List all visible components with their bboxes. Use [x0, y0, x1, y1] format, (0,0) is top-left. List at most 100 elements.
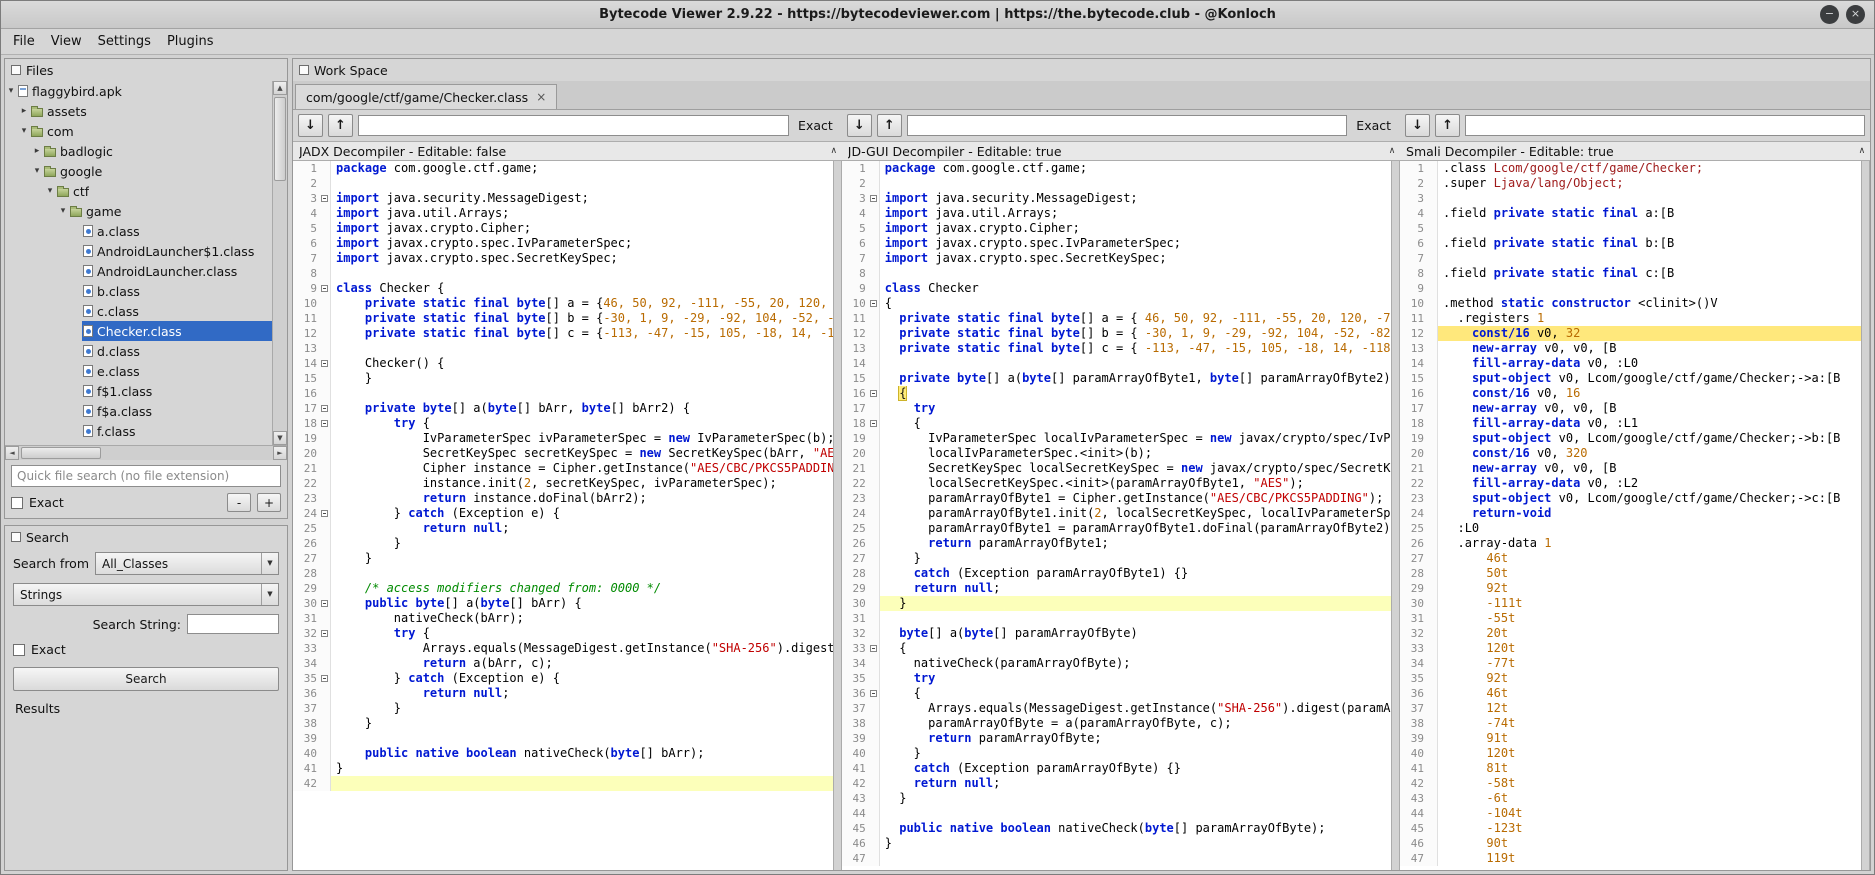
search-button[interactable]: Search — [13, 667, 279, 691]
search-exact-checkbox[interactable] — [13, 644, 25, 656]
open-icon-button[interactable]: ↑ — [1435, 114, 1460, 137]
fold-icon[interactable] — [870, 690, 877, 697]
scroll-left-icon[interactable]: ◄ — [5, 446, 19, 460]
menu-plugins[interactable]: Plugins — [159, 31, 222, 52]
tree-item-f-a-class[interactable]: f$a.class — [5, 401, 272, 421]
collapse-icon[interactable]: ∧ — [1384, 146, 1400, 156]
fold-icon[interactable] — [321, 195, 328, 202]
scroll-right-icon[interactable]: ► — [273, 446, 287, 460]
jdgui-code-editor[interactable]: 1package com.google.ctf.game;23import ja… — [842, 161, 1391, 870]
save-icon-button[interactable]: ↓ — [1405, 114, 1430, 137]
files-exact-row: Exact - + — [11, 493, 281, 512]
open-icon-button[interactable]: ↑ — [877, 114, 902, 137]
tree-horizontal-scrollbar[interactable]: ◄ ► — [5, 445, 287, 460]
collapsed-arrow-icon[interactable]: ▸ — [31, 146, 43, 156]
fold-icon[interactable] — [870, 645, 877, 652]
titlebar: Bytecode Viewer 2.9.22 - https://bytecod… — [1, 1, 1874, 29]
pane-scrollbar[interactable] — [1861, 161, 1870, 870]
pane-scrollbar[interactable] — [833, 161, 842, 870]
smali-code-editor[interactable]: 1.class Lcom/google/ctf/game/Checker;2.s… — [1400, 161, 1861, 870]
expanded-arrow-icon[interactable]: ▾ — [57, 206, 69, 216]
tree-item-assets[interactable]: ▸assets — [5, 101, 272, 121]
font-increase-button[interactable]: + — [257, 493, 281, 512]
tab-checker-class[interactable]: com/google/ctf/game/Checker.class × — [295, 84, 557, 109]
class-icon — [83, 285, 93, 297]
code-line: 2.super Ljava/lang/Object; — [1400, 176, 1861, 191]
tree-item-game[interactable]: ▾game — [5, 201, 272, 221]
fold-icon[interactable] — [870, 300, 877, 307]
fold-icon[interactable] — [321, 600, 328, 607]
collapse-icon[interactable]: ∧ — [826, 146, 842, 156]
collapse-icon[interactable]: ∧ — [1854, 146, 1870, 156]
line-number: 35 — [293, 672, 319, 685]
tree-item-badlogic[interactable]: ▸badlogic — [5, 141, 272, 161]
jadx-search-input[interactable] — [358, 115, 789, 136]
tree-item-androidlauncher-1-class[interactable]: AndroidLauncher$1.class — [5, 241, 272, 261]
tree-item-ctf[interactable]: ▾ctf — [5, 181, 272, 201]
tree-item-c-class[interactable]: c.class — [5, 301, 272, 321]
menu-file[interactable]: File — [5, 31, 43, 52]
fold-icon[interactable] — [321, 420, 328, 427]
fold-icon[interactable] — [321, 285, 328, 292]
tree-item-checker-class[interactable]: Checker.class — [5, 321, 272, 341]
expanded-arrow-icon[interactable]: ▾ — [31, 166, 43, 176]
code-line: 33 Arrays.equals(MessageDigest.getInstan… — [293, 641, 833, 656]
minimize-button[interactable]: − — [1820, 5, 1839, 24]
tree-item-f-class[interactable]: f.class — [5, 421, 272, 441]
line-number: 36 — [1400, 687, 1426, 700]
search-from-label: Search from — [13, 556, 89, 571]
jadx-code-editor[interactable]: 1package com.google.ctf.game;23import ja… — [293, 161, 833, 870]
scroll-down-icon[interactable]: ▼ — [273, 431, 287, 445]
tree-vertical-scrollbar[interactable]: ▲ ▼ — [272, 81, 287, 445]
expanded-arrow-icon[interactable]: ▾ — [18, 126, 30, 136]
fold-icon[interactable] — [321, 510, 328, 517]
scrollbar-track[interactable] — [19, 446, 273, 460]
tree-item-f-1-class[interactable]: f$1.class — [5, 381, 272, 401]
quick-file-search-input[interactable] — [11, 465, 281, 487]
search-from-select[interactable]: All_Classes ▼ — [95, 552, 279, 575]
tree-item-flaggybird-apk[interactable]: ▾flaggybird.apk — [5, 81, 272, 101]
scrollbar-thumb[interactable] — [274, 97, 286, 181]
menu-settings[interactable]: Settings — [90, 31, 159, 52]
expanded-arrow-icon[interactable]: ▾ — [44, 186, 56, 196]
code-line: 27 } — [293, 551, 833, 566]
tree-item-e-class[interactable]: e.class — [5, 361, 272, 381]
fold-icon[interactable] — [321, 360, 328, 367]
tree-item-label: e.class — [97, 364, 140, 379]
scroll-up-icon[interactable]: ▲ — [273, 81, 287, 95]
code-line: 15 } — [293, 371, 833, 386]
fold-icon[interactable] — [321, 630, 328, 637]
tab-close-icon[interactable]: × — [536, 90, 546, 104]
line-number: 10 — [1400, 297, 1426, 310]
tree-item-google[interactable]: ▾google — [5, 161, 272, 181]
close-button[interactable]: × — [1846, 5, 1865, 24]
search-string-input[interactable] — [187, 614, 279, 634]
fold-icon[interactable] — [321, 405, 328, 412]
font-decrease-button[interactable]: - — [227, 493, 251, 512]
expanded-arrow-icon[interactable]: ▾ — [5, 86, 17, 96]
tree-item-b-class[interactable]: b.class — [5, 281, 272, 301]
search-type-select[interactable]: Strings ▼ — [13, 583, 279, 606]
tree-item-androidlauncher-class[interactable]: AndroidLauncher.class — [5, 261, 272, 281]
save-icon-button[interactable]: ↓ — [298, 114, 323, 137]
collapsed-arrow-icon[interactable]: ▸ — [18, 106, 30, 116]
pane-scrollbar[interactable] — [1391, 161, 1400, 870]
jdgui-search-input[interactable] — [907, 115, 1348, 136]
files-exact-checkbox[interactable] — [11, 497, 23, 509]
smali-search-input[interactable] — [1465, 115, 1865, 136]
code-line: 42 return null; — [842, 776, 1391, 791]
tree-item-d-class[interactable]: d.class — [5, 341, 272, 361]
tree-item-com[interactable]: ▾com — [5, 121, 272, 141]
fold-icon[interactable] — [870, 420, 877, 427]
menu-view[interactable]: View — [43, 31, 90, 52]
line-number: 1 — [293, 162, 319, 175]
save-icon-button[interactable]: ↓ — [847, 114, 872, 137]
tree-item-a-class[interactable]: a.class — [5, 221, 272, 241]
open-icon-button[interactable]: ↑ — [328, 114, 353, 137]
line-number: 11 — [293, 312, 319, 325]
scrollbar-track[interactable] — [273, 95, 287, 431]
scrollbar-thumb[interactable] — [21, 447, 101, 459]
fold-icon[interactable] — [870, 390, 877, 397]
fold-icon[interactable] — [870, 195, 877, 202]
fold-icon[interactable] — [321, 675, 328, 682]
